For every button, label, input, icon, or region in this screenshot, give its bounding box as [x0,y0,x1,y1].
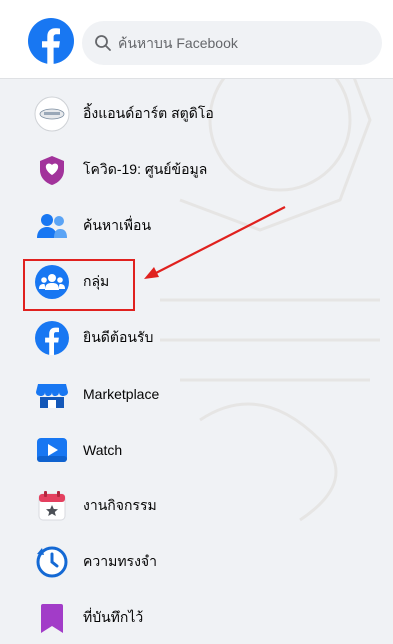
sidebar-item-label: งานกิจกรรม [83,497,157,513]
groups-highlight-box [23,259,135,311]
sidebar-item-label: ที่บันทึกไว้ [83,609,144,625]
sidebar-item-label: ยินดีต้อนรับ [83,329,154,345]
marketplace-icon [34,376,70,412]
events-icon [34,488,70,524]
top-bar [0,0,393,79]
sidebar-item-watch[interactable]: Watch [14,424,384,476]
saved-icon [34,600,70,636]
red-arrow-annotation [144,206,286,279]
sidebar-item-label: Marketplace [83,386,160,402]
search-icon [95,35,111,51]
sidebar-item-label: อิ้งแอนด์อาร์ต สตูดิโอ [83,105,214,121]
sidebar-item-welcome[interactable]: ยินดีต้อนรับ [14,312,384,364]
friends-icon [34,208,70,244]
sidebar-item-label: โควิด-19: ศูนย์ข้อมูล [83,161,208,177]
sidebar-item-marketplace[interactable]: Marketplace [14,368,384,420]
memories-icon [34,544,70,580]
facebook-logo-icon[interactable] [28,18,74,64]
sidebar-item-label: ความทรงจำ [83,553,157,569]
sidebar-item-label: Watch [83,442,123,458]
covid-shield-icon [34,152,70,188]
sidebar-item-events[interactable]: งานกิจกรรม [14,480,384,532]
sidebar-item-memories[interactable]: ความทรงจำ [14,536,384,588]
facebook-welcome-icon [34,320,70,356]
sidebar-item-page[interactable]: อิ้งแอนด์อาร์ต สตูดิโอ [14,88,384,140]
watch-icon [34,432,70,468]
sidebar-item-covid[interactable]: โควิด-19: ศูนย์ข้อมูล [14,144,384,196]
page-avatar-icon [34,96,70,132]
search-input[interactable] [82,21,382,65]
sidebar-item-saved[interactable]: ที่บันทึกไว้ [14,592,384,644]
